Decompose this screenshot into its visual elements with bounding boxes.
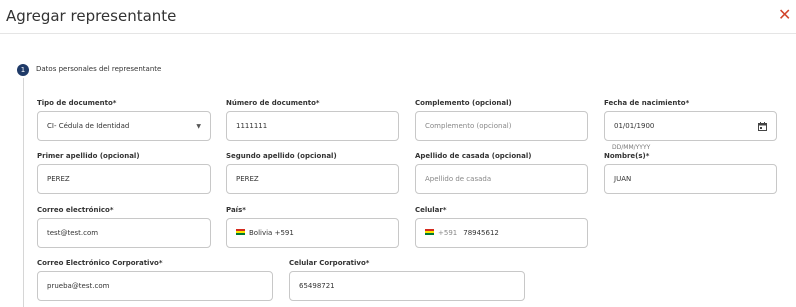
apellido-casada-input[interactable]: Apellido de casada xyxy=(415,164,588,194)
celular-value: 78945612 xyxy=(463,229,499,237)
complemento-input[interactable]: Complemento (opcional) xyxy=(415,111,588,141)
segundo-apellido-value: PEREZ xyxy=(236,175,259,183)
tipo-documento-select[interactable]: CI- Cédula de Identidad ▼ xyxy=(37,111,211,141)
correo-corporativo-label: Correo Electrónico Corporativo* xyxy=(37,259,163,267)
pais-label: País* xyxy=(226,206,246,214)
nombres-input[interactable]: JUAN xyxy=(604,164,777,194)
fecha-nacimiento-label: Fecha de nacimiento* xyxy=(604,99,690,107)
numero-documento-value: 1111111 xyxy=(236,122,268,130)
celular-corporativo-value: 65498721 xyxy=(299,282,335,290)
close-icon[interactable]: ✕ xyxy=(778,5,791,24)
fecha-format-hint: DD/MM/YYYY xyxy=(612,144,651,151)
fecha-nacimiento-input[interactable]: 01/01/1900 xyxy=(604,111,777,141)
chevron-down-icon: ▼ xyxy=(196,122,201,130)
modal-title: Agregar representante xyxy=(6,7,177,25)
tipo-documento-label: Tipo de documento* xyxy=(37,99,117,107)
primer-apellido-value: PEREZ xyxy=(47,175,70,183)
celular-label: Celular* xyxy=(415,206,447,214)
celular-corporativo-label: Celular Corporativo* xyxy=(289,259,370,267)
segundo-apellido-label: Segundo apellido (opcional) xyxy=(226,152,337,160)
celular-corporativo-input[interactable]: 65498721 xyxy=(289,271,525,301)
correo-input[interactable]: test@test.com xyxy=(37,218,211,248)
numero-documento-label: Número de documento* xyxy=(226,99,320,107)
numero-documento-input[interactable]: 1111111 xyxy=(226,111,399,141)
pais-value: Bolivia +591 xyxy=(249,229,294,237)
primer-apellido-input[interactable]: PEREZ xyxy=(37,164,211,194)
complemento-label: Complemento (opcional) xyxy=(415,99,512,107)
apellido-casada-placeholder: Apellido de casada xyxy=(425,175,492,183)
celular-input[interactable]: +591 78945612 xyxy=(415,218,588,248)
pais-select[interactable]: Bolivia +591 xyxy=(226,218,399,248)
primer-apellido-label: Primer apellido (opcional) xyxy=(37,152,140,160)
complemento-placeholder: Complemento (opcional) xyxy=(425,122,512,130)
bolivia-flag-icon xyxy=(236,229,245,235)
correo-label: Correo electrónico* xyxy=(37,206,114,214)
apellido-casada-label: Apellido de casada (opcional) xyxy=(415,152,532,160)
bolivia-flag-icon xyxy=(425,229,434,235)
nombres-label: Nombre(s)* xyxy=(604,152,650,160)
segundo-apellido-input[interactable]: PEREZ xyxy=(226,164,399,194)
fecha-nacimiento-value: 01/01/1900 xyxy=(614,122,655,130)
correo-value: test@test.com xyxy=(47,229,99,237)
nombres-value: JUAN xyxy=(614,175,632,183)
step-label: Datos personales del representante xyxy=(36,65,162,73)
step-connector-line xyxy=(23,78,24,307)
header-divider xyxy=(0,33,796,34)
correo-corporativo-value: prueba@test.com xyxy=(47,282,110,290)
calendar-icon[interactable] xyxy=(758,121,767,131)
step-number-badge: 1 xyxy=(17,64,29,76)
correo-corporativo-input[interactable]: prueba@test.com xyxy=(37,271,273,301)
tipo-documento-value: CI- Cédula de Identidad xyxy=(47,122,130,130)
celular-country-code: +591 xyxy=(438,229,458,237)
